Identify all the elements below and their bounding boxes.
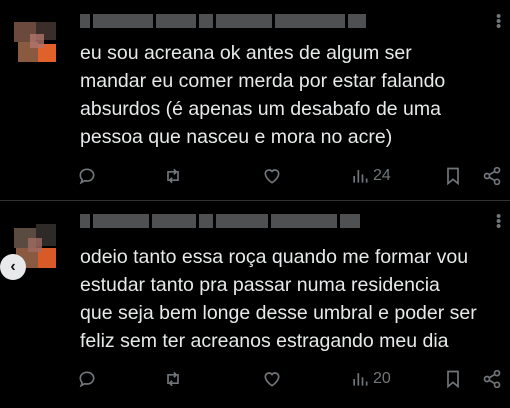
tweet-text: odeio tanto essa roça quando me formar v… bbox=[80, 246, 477, 352]
reply-button[interactable] bbox=[77, 163, 97, 189]
avatar[interactable] bbox=[14, 18, 60, 64]
share-button[interactable] bbox=[482, 163, 502, 189]
share-icon bbox=[483, 166, 501, 186]
chevron-left-icon: ‹ bbox=[10, 258, 16, 275]
author-name-redacted[interactable] bbox=[80, 14, 366, 28]
divider bbox=[0, 200, 510, 201]
share-button[interactable] bbox=[482, 366, 502, 392]
bookmark-icon bbox=[447, 370, 459, 389]
heart-icon bbox=[264, 372, 280, 387]
bookmark-button[interactable] bbox=[443, 163, 463, 189]
more-icon[interactable]: • • • bbox=[496, 9, 501, 34]
tweet-card[interactable]: • • • eu sou acreana ok antes de algum ser… bbox=[0, 0, 510, 200]
retweet-button[interactable] bbox=[163, 366, 183, 392]
tweet-actions: 20 bbox=[0, 366, 510, 392]
like-button[interactable] bbox=[262, 366, 282, 392]
more-icon[interactable]: • • • bbox=[496, 209, 501, 234]
views-button[interactable]: 24 bbox=[350, 163, 391, 189]
tweet-text: eu sou acreana ok antes de algum ser man… bbox=[80, 42, 446, 148]
retweet-icon bbox=[167, 168, 179, 184]
retweet-button[interactable] bbox=[163, 163, 183, 189]
heart-icon bbox=[264, 169, 280, 184]
like-button[interactable] bbox=[262, 163, 282, 189]
views-icon bbox=[353, 170, 368, 183]
bookmark-icon bbox=[447, 167, 459, 186]
bookmark-button[interactable] bbox=[443, 366, 463, 392]
author-name-redacted[interactable] bbox=[80, 214, 360, 228]
views-count: 24 bbox=[373, 167, 391, 184]
tweet-actions: 24 bbox=[0, 163, 510, 189]
views-icon bbox=[353, 373, 368, 386]
share-icon bbox=[483, 369, 501, 389]
reply-icon bbox=[79, 371, 95, 388]
retweet-icon bbox=[167, 371, 179, 387]
reply-button[interactable] bbox=[77, 366, 97, 392]
views-button[interactable]: 20 bbox=[350, 366, 391, 392]
previous-button[interactable]: ‹ bbox=[0, 254, 26, 280]
reply-icon bbox=[79, 168, 95, 185]
views-count: 20 bbox=[373, 370, 391, 387]
tweet-card[interactable]: • • • odeio tanto essa roça quando me form… bbox=[0, 202, 510, 408]
